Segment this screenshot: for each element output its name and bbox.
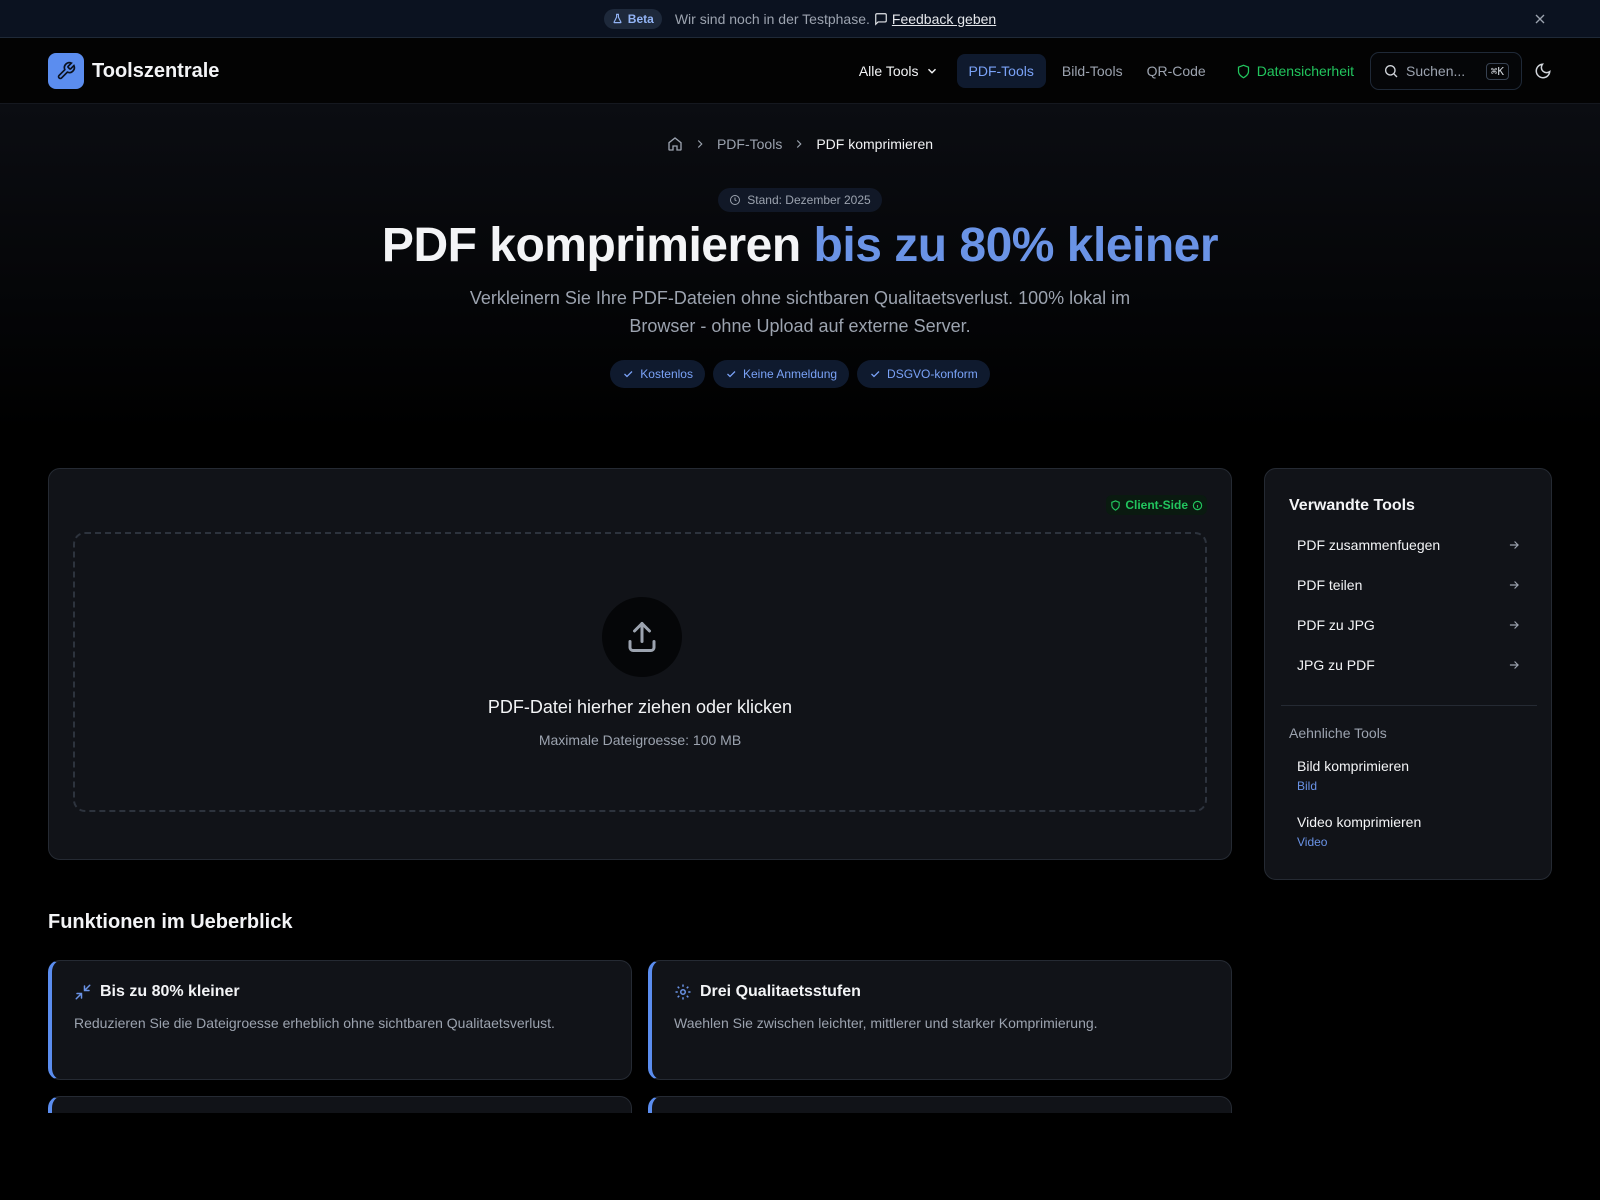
search-shortcut: ⌘K xyxy=(1485,62,1509,80)
similar-tool-category: Bild xyxy=(1297,779,1318,793)
sidebar-link-label: JPG zu PDF xyxy=(1297,657,1375,673)
breadcrumb-home[interactable] xyxy=(667,136,683,152)
gear-icon xyxy=(675,984,691,1000)
breadcrumb-pdf-tools[interactable]: PDF-Tools xyxy=(717,136,782,152)
feature-card: Bis zu 80% kleiner Reduzieren Sie die Da… xyxy=(48,960,632,1080)
feature-title: Bis zu 80% kleiner xyxy=(100,983,240,1000)
beta-banner: Beta Wir sind noch in der Testphase. Fee… xyxy=(0,0,1600,38)
nav-all-tools-label: Alle Tools xyxy=(858,63,919,79)
sidebar-link-label: PDF zusammenfuegen xyxy=(1297,537,1441,553)
check-icon xyxy=(871,371,880,378)
chevron-down-icon xyxy=(927,68,936,74)
home-icon xyxy=(668,137,682,151)
info-icon xyxy=(1192,500,1203,510)
features-title: Funktionen im Ueberblick xyxy=(48,911,293,933)
search-placeholder: Suchen... xyxy=(1406,63,1466,79)
sidebar-link-split[interactable]: PDF teilen xyxy=(1281,567,1537,603)
pill-no-login: Keine Anmeldung xyxy=(712,360,850,388)
feedback-link-label: Feedback geben xyxy=(891,10,997,27)
related-tools-sidebar: Verwandte Tools PDF zusammenfuegen PDF t… xyxy=(1264,468,1552,880)
moon-icon xyxy=(1535,63,1551,79)
page-title: PDF komprimieren bis zu 80% kleiner xyxy=(0,218,1600,273)
hero-subtitle: Verkleinern Sie Ihre PDF-Dateien ohne si… xyxy=(469,288,1131,336)
nav-data-security[interactable]: Datensicherheit xyxy=(1224,54,1366,88)
flask-icon xyxy=(613,13,622,24)
sidebar-link-pdf-to-jpg[interactable]: PDF zu JPG xyxy=(1281,607,1537,643)
nav-data-security-label: Datensicherheit xyxy=(1256,63,1354,79)
breadcrumb: PDF-Tools PDF komprimieren xyxy=(0,136,1600,152)
nav-all-tools[interactable]: Alle Tools xyxy=(847,54,951,88)
page-title-main: PDF komprimieren xyxy=(381,219,801,272)
pill-label: Keine Anmeldung xyxy=(742,367,838,381)
chevron-right-icon xyxy=(797,140,802,148)
beta-badge-label: Beta xyxy=(627,11,654,26)
arrow-right-icon xyxy=(1509,581,1519,589)
feature-title: Drei Qualitaetsstufen xyxy=(700,983,861,1000)
sidebar-divider xyxy=(1281,705,1537,706)
main-nav: Alle Tools PDF-Tools Bild-Tools QR-Code … xyxy=(847,38,1600,104)
feature-card: Drei Qualitaetsstufen Waehlen Sie zwisch… xyxy=(648,960,1232,1080)
pill-label: Kostenlos xyxy=(640,367,693,381)
client-side-badge[interactable]: Client-Side xyxy=(1106,495,1207,515)
beta-badge: Beta xyxy=(603,8,662,29)
arrow-right-icon xyxy=(1509,621,1519,629)
chevron-right-icon xyxy=(697,140,703,148)
client-side-label: Client-Side xyxy=(1125,498,1188,512)
upload-icon xyxy=(628,622,656,652)
similar-tool-category: Video xyxy=(1297,835,1328,849)
pill-gdpr: DSGVO-konform xyxy=(857,360,990,388)
nav-qr-code[interactable]: QR-Code xyxy=(1135,54,1218,88)
sidebar-link-label: PDF zu JPG xyxy=(1297,617,1375,633)
check-icon xyxy=(624,371,633,378)
arrow-right-icon xyxy=(1509,541,1519,549)
similar-tool-image[interactable]: Bild komprimieren Bild xyxy=(1297,758,1409,793)
message-icon xyxy=(875,12,887,26)
arrow-right-icon xyxy=(1509,661,1519,669)
check-icon xyxy=(727,371,736,378)
close-icon xyxy=(1535,14,1545,24)
site-header: Toolszentrale Alle Tools PDF-Tools Bild-… xyxy=(0,38,1600,104)
feature-pills: Kostenlos Keine Anmeldung DSGVO-konform xyxy=(0,360,1600,388)
logo-link[interactable]: Toolszentrale xyxy=(48,53,219,89)
pill-label: DSGVO-konform xyxy=(887,367,978,381)
logo-text: Toolszentrale xyxy=(92,59,220,82)
nav-pdf-tools[interactable]: PDF-Tools xyxy=(956,54,1046,88)
wrench-icon xyxy=(57,61,76,80)
feature-heading: Bis zu 80% kleiner xyxy=(74,983,240,1001)
breadcrumb-current: PDF komprimieren xyxy=(816,136,934,152)
logo-badge xyxy=(48,53,84,89)
theme-toggle-button[interactable] xyxy=(1534,62,1552,80)
dropzone-title: PDF-Datei hierher ziehen oder klicken xyxy=(487,697,793,717)
minimize-icon xyxy=(75,984,91,1000)
similar-tools-title: Aehnliche Tools xyxy=(1289,725,1387,741)
pill-free: Kostenlos xyxy=(610,360,705,388)
feature-heading: Drei Qualitaetsstufen xyxy=(674,983,861,1001)
sidebar-link-jpg-to-pdf[interactable]: JPG zu PDF xyxy=(1281,647,1537,683)
page-title-accent: bis zu 80% kleiner xyxy=(813,219,1219,272)
sidebar-link-label: PDF teilen xyxy=(1297,577,1363,593)
upload-card: Client-Side PDF-Datei hierher ziehen ode… xyxy=(48,468,1232,860)
stand-badge: Stand: Dezember 2025 xyxy=(718,188,882,212)
clock-icon xyxy=(730,195,741,205)
search-input[interactable]: Suchen... ⌘K xyxy=(1370,52,1522,90)
feedback-link[interactable]: Feedback geben xyxy=(874,11,996,27)
shield-icon xyxy=(1111,499,1121,511)
similar-tool-name: Video komprimieren xyxy=(1297,814,1422,830)
beta-message: Wir sind noch in der Testphase. xyxy=(674,10,870,27)
feature-text: Reduzieren Sie die Dateigroesse erheblic… xyxy=(74,1015,555,1031)
sidebar-link-merge[interactable]: PDF zusammenfuegen xyxy=(1281,527,1537,563)
feature-text: Waehlen Sie zwischen leichter, mittlerer… xyxy=(674,1015,1098,1031)
nav-image-tools[interactable]: Bild-Tools xyxy=(1050,54,1135,88)
upload-icon-circle xyxy=(602,597,682,677)
shield-icon xyxy=(1237,64,1249,78)
bottom-mask xyxy=(0,1113,1600,1200)
close-banner-button[interactable] xyxy=(1532,11,1548,27)
similar-tool-video[interactable]: Video komprimieren Video xyxy=(1297,814,1421,849)
stand-label: Stand: Dezember 2025 xyxy=(747,193,871,207)
dropzone-subtitle: Maximale Dateigroesse: 100 MB xyxy=(538,732,742,748)
similar-tool-name: Bild komprimieren xyxy=(1297,758,1410,774)
search-icon xyxy=(1385,65,1398,78)
sidebar-title: Verwandte Tools xyxy=(1289,497,1415,514)
file-dropzone[interactable]: PDF-Datei hierher ziehen oder klicken Ma… xyxy=(73,532,1207,812)
